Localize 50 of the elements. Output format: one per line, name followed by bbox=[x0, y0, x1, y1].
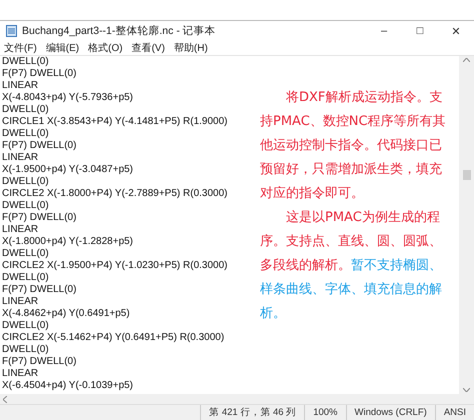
annotation-paragraph: 这是以PMAC为例生成的程序。支持点、直线、圆、圆弧、多段线的解析。暂不支持椭圆、样条曲线、字体、填充信息的解析。 bbox=[260, 209, 443, 323]
notepad-icon bbox=[6, 25, 17, 37]
code-line: DWELL(0) bbox=[2, 176, 49, 188]
code-line: F(P7) DWELL(0) bbox=[2, 212, 76, 224]
code-line: CIRCLE2 X(-1.9500+P4) Y(-1.0230+P5) R(0.3000) bbox=[2, 260, 228, 272]
code-line: DWELL(0) bbox=[2, 272, 49, 284]
menu-item[interactable]: 查看(V) bbox=[132, 41, 165, 55]
code-line: X(-1.9500+p4) Y(-3.0487+p5) bbox=[2, 164, 134, 176]
status-text: ANSI bbox=[434, 405, 474, 420]
code-line: DWELL(0) bbox=[2, 200, 49, 212]
code-line: LINEAR bbox=[2, 152, 38, 164]
code-line: LINEAR bbox=[2, 224, 38, 236]
maximize-button[interactable]: □ bbox=[402, 21, 438, 41]
scroll-left-icon[interactable] bbox=[3, 396, 7, 402]
code-line: LINEAR bbox=[2, 296, 38, 308]
code-line: F(P7) DWELL(0) bbox=[2, 68, 76, 80]
window-title: Buchang4_part3--1-整体轮廓.nc - 记事本 bbox=[22, 24, 217, 38]
code-line: X(-4.8462+p4) Y(0.6491+p5) bbox=[2, 308, 130, 320]
minimize-button[interactable]: – bbox=[366, 21, 402, 41]
horizontal-scrollbar[interactable] bbox=[0, 394, 474, 404]
code-line: DWELL(0) bbox=[2, 56, 49, 68]
scrollbar-thumb[interactable] bbox=[462, 170, 470, 180]
menu-item[interactable]: 编辑(E) bbox=[46, 41, 80, 55]
code-line: DWELL(0) bbox=[2, 104, 49, 116]
menu-item[interactable]: 文件(F) bbox=[4, 41, 37, 55]
code-line: X(-1.8000+p4) Y(-1.2828+p5) bbox=[2, 236, 134, 248]
code-line: F(P7) DWELL(0) bbox=[2, 356, 76, 368]
code-line: LINEAR bbox=[2, 80, 38, 92]
menu-item[interactable]: 帮助(H) bbox=[174, 41, 208, 55]
code-line: DWELL(0) bbox=[2, 344, 49, 356]
status-text: 第 421 行，第 46 列 bbox=[200, 405, 304, 420]
annotation-paragraph: 将DXF解析成运动指令。支持PMAC、数控NC程序等所有其他运动控制卡指令。代码接口已预留好，只需增加派生类，填充对应的指令即可。 bbox=[260, 89, 447, 203]
scroll-down-icon[interactable] bbox=[463, 388, 470, 392]
code-line: F(P7) DWELL(0) bbox=[2, 284, 76, 296]
code-line: DWELL(0) bbox=[2, 248, 49, 260]
code-line: CIRCLE1 X(-3.8543+P4) Y(-4.1481+P5) R(1.9000) bbox=[2, 116, 228, 128]
menu-item[interactable]: 格式(O) bbox=[88, 41, 123, 55]
vertical-scrollbar[interactable] bbox=[459, 56, 474, 394]
close-button[interactable]: ✕ bbox=[438, 21, 474, 41]
code-line: F(P7) DWELL(0) bbox=[2, 140, 76, 152]
code-line: DWELL(0) bbox=[2, 128, 49, 140]
code-line: X(-4.8043+p4) Y(-5.7936+p5) bbox=[2, 92, 134, 104]
scroll-up-icon[interactable] bbox=[463, 58, 470, 62]
code-line: DWELL(0) bbox=[2, 320, 49, 332]
status-text: Windows (CRLF) bbox=[346, 405, 435, 420]
status-text: 100% bbox=[304, 405, 346, 420]
code-line: CIRCLE2 X(-1.8000+P4) Y(-2.7889+P5) R(0.3000) bbox=[2, 188, 228, 200]
code-line: CIRCLE2 X(-5.1462+P4) Y(0.6491+P5) R(0.3000) bbox=[2, 332, 224, 344]
code-line: X(-6.4504+p4) Y(-0.1039+p5) bbox=[2, 380, 134, 392]
code-line: LINEAR bbox=[2, 368, 38, 380]
